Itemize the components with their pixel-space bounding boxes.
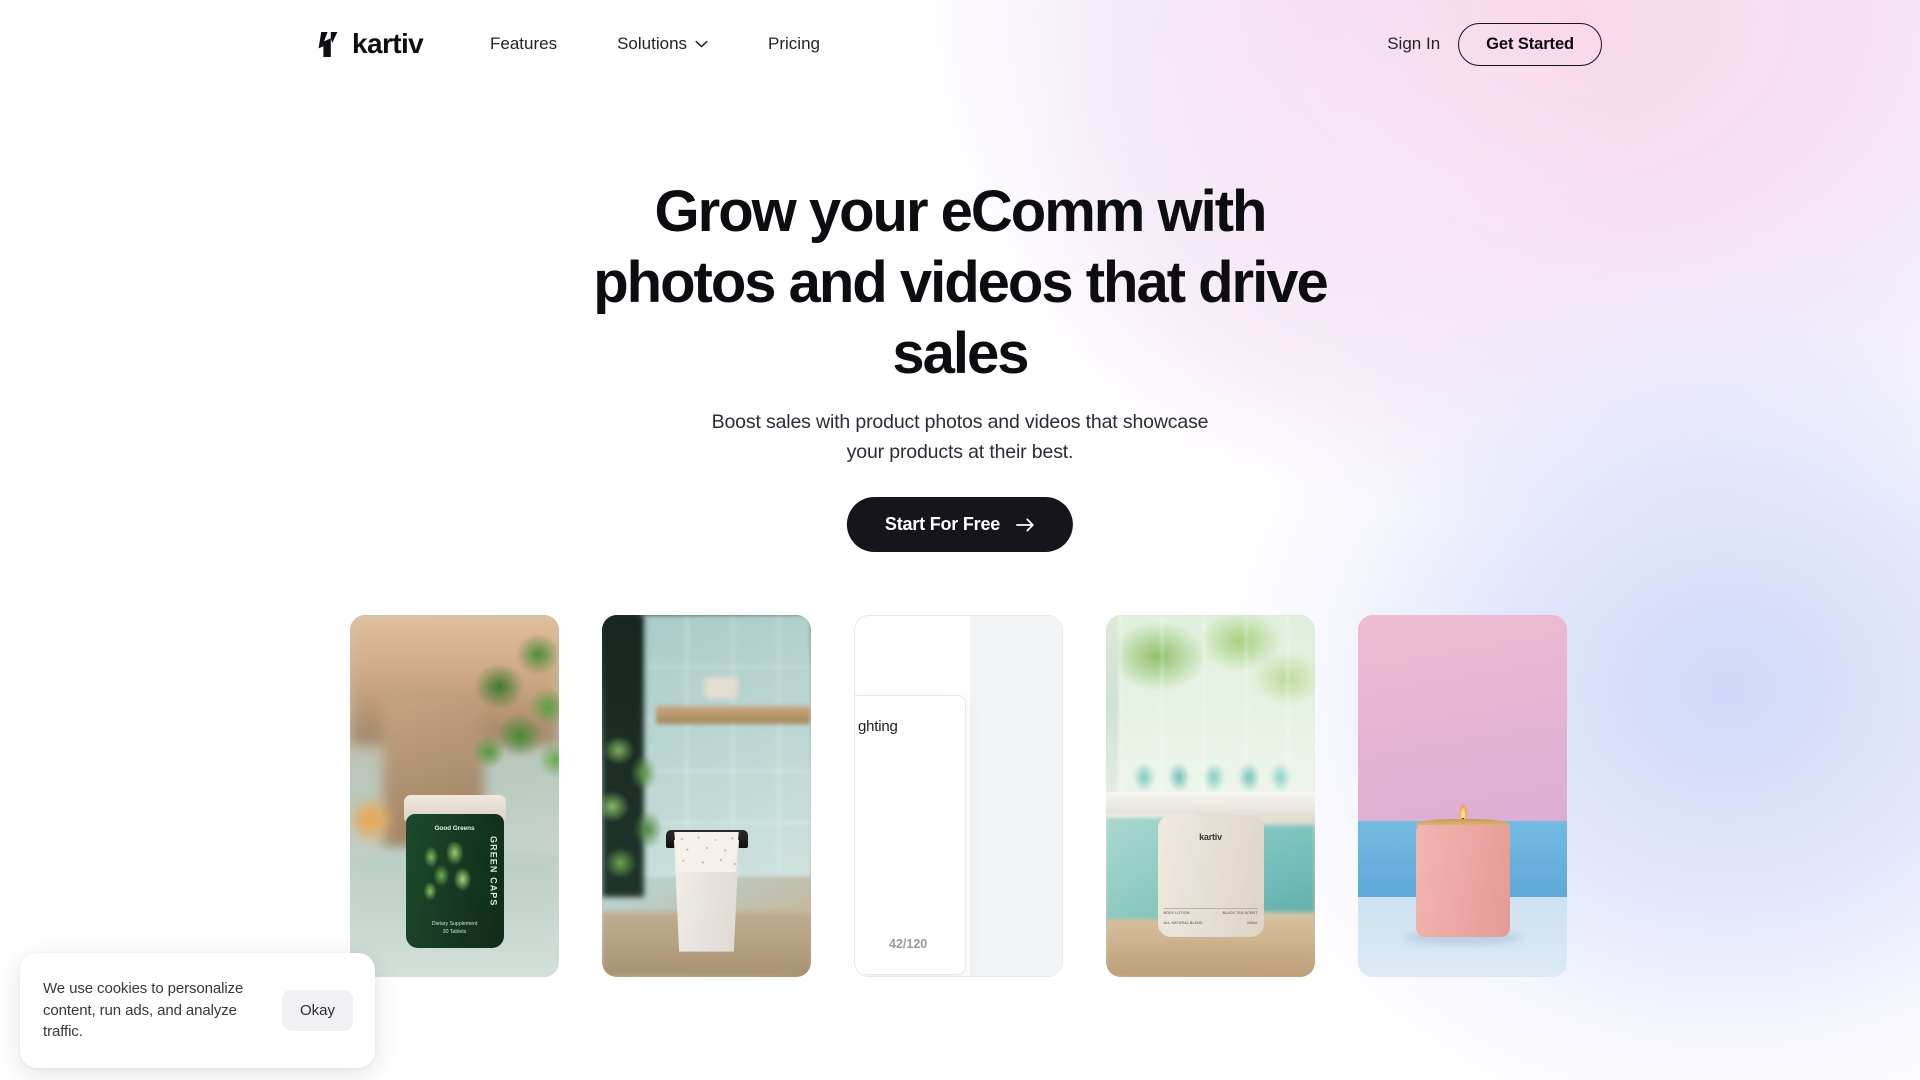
kartiv-bolt-logo-icon (318, 31, 338, 57)
nav-actions: Sign In Get Started (1387, 22, 1602, 66)
jar-brand-label: Good Greens (434, 825, 475, 833)
lotion-descriptor: ALL NATURAL BLEND (1163, 921, 1203, 926)
cookie-accept-button[interactable]: Okay (281, 990, 353, 1031)
arrow-right-icon (1016, 518, 1034, 531)
brand-logo[interactable]: kartiv (318, 28, 424, 60)
supplement-jar: Good Greens GREEN CAPS Dietary Supplemen… (405, 814, 504, 949)
gallery-card-editor-panel[interactable]: ghting 42/120 (854, 615, 1063, 977)
nav-link-pricing[interactable]: Pricing (768, 28, 820, 60)
lotion-label-row-primary: BODY LOTION BLACK TEA SCENT (1163, 908, 1258, 916)
lotion-product-name: BODY LOTION (1163, 911, 1190, 916)
nav-links: Features Solutions Pricing (490, 28, 820, 60)
nav-link-solutions-label: Solutions (617, 34, 688, 53)
nav-link-features-label: Features (490, 34, 558, 53)
gallery-card-body-lotion[interactable]: kartiv BODY LOTION BLACK TEA SCENT ALL N… (1106, 615, 1315, 977)
start-for-free-label: Start For Free (884, 514, 1001, 534)
lotion-size: 240ml (1246, 921, 1258, 926)
lotion-bottle: kartiv BODY LOTION BLACK TEA SCENT ALL N… (1157, 815, 1264, 938)
cookie-message: We use cookies to personalize content, r… (43, 980, 244, 1041)
nav-link-solutions[interactable]: Solutions (617, 28, 708, 60)
editor-prompt-overlay[interactable]: ghting 42/120 (855, 695, 966, 975)
blurred-plant-pots (1122, 748, 1299, 796)
jar-descriptor-line2: 30 Tablets (442, 929, 467, 936)
hero-cta-wrapper: Start For Free (846, 497, 1074, 552)
jar-product-name: GREEN CAPS (488, 836, 499, 907)
cookie-consent-banner: We use cookies to personalize content, r… (20, 953, 375, 1068)
coffee-cup-sleeve (674, 832, 739, 873)
pink-wall (1358, 615, 1567, 822)
hero-subheadline: Boost sales with product photos and vide… (711, 411, 1209, 463)
start-for-free-button[interactable]: Start For Free (846, 497, 1074, 552)
editor-char-counter: 42/120 (889, 937, 928, 951)
nav-link-features[interactable]: Features (490, 28, 557, 60)
lotion-scent: BLACK TEA SCENT (1222, 911, 1258, 916)
editor-right-pane (969, 616, 1062, 976)
blurred-mug (704, 676, 739, 699)
product-gallery: Good Greens GREEN CAPS Dietary Supplemen… (350, 615, 1570, 977)
lotion-label-row-secondary: ALL NATURAL BLEND 240ml (1164, 921, 1258, 925)
page-title: Grow your eComm with photos and videos t… (593, 179, 1329, 386)
editor-prompt-text: ghting (858, 718, 898, 735)
jar-descriptor-line1: Dietary Supplement (431, 921, 478, 928)
nav-link-pricing-label: Pricing (768, 34, 820, 53)
chevron-down-icon (695, 40, 708, 48)
jar-leaf-illustration (419, 842, 476, 903)
lotion-brand-label: kartiv (1199, 832, 1222, 843)
gallery-card-coffee-cup[interactable] (602, 615, 811, 977)
top-navigation-bar: kartiv Features Solutions Pricing Sign I… (0, 0, 1920, 88)
blurred-wood-shelf (656, 705, 811, 724)
sign-in-link[interactable]: Sign In (1387, 34, 1440, 54)
gallery-card-pink-candle[interactable] (1358, 615, 1567, 977)
brand-name: kartiv (352, 28, 424, 59)
pink-candle-vessel (1415, 825, 1510, 938)
get-started-button[interactable]: Get Started (1458, 22, 1602, 66)
jar-descriptor: Dietary Supplement 30 Tablets (406, 920, 504, 936)
gallery-card-supplement-jar[interactable]: Good Greens GREEN CAPS Dietary Supplemen… (350, 615, 559, 977)
